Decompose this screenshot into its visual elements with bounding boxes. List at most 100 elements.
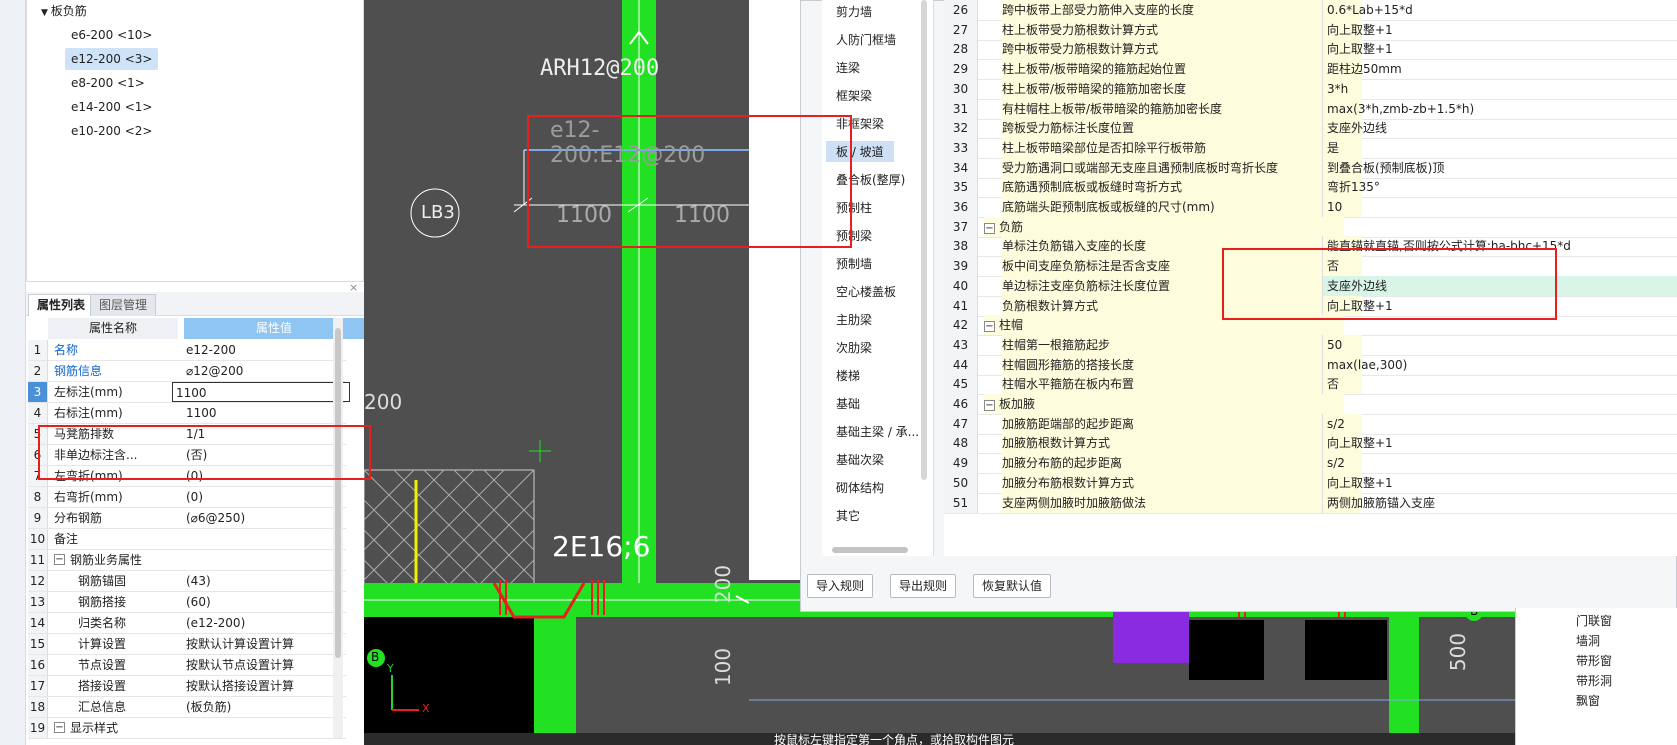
settings-row[interactable]: 40 单边标注支座负筋标注长度位置 支座外边线 xyxy=(944,275,1677,297)
cad-canvas[interactable]: ARH12@200 e12-200:E12@200 1100 1100 LB3 … xyxy=(364,0,749,745)
settings-row[interactable]: 49 加腋分布筋的起步距离 s/2 xyxy=(944,453,1677,475)
category-item[interactable]: 预制柱 xyxy=(836,199,872,216)
property-row[interactable]: 14 归类名称 (e12-200) xyxy=(28,613,346,634)
setting-value[interactable]: 否 xyxy=(1322,374,1677,395)
tree-item[interactable]: e8-200 <1> xyxy=(71,72,145,94)
setting-value[interactable]: s/2 xyxy=(1322,453,1677,474)
settings-row[interactable]: 29 柱上板带/板带暗梁的箍筋起始位置 距柱边50mm xyxy=(944,59,1677,81)
category-item[interactable]: 连梁 xyxy=(836,59,860,76)
component-type-item[interactable]: 墙洞 xyxy=(1576,632,1600,649)
property-row[interactable]: 1 名称 e12-200 xyxy=(28,340,346,361)
setting-value[interactable]: 向上取整+1 xyxy=(1322,433,1677,454)
setting-value[interactable]: 两侧加腋筋锚入支座 xyxy=(1322,492,1677,513)
property-row[interactable]: 6 非单边标注含... (否) xyxy=(28,445,346,466)
category-item[interactable]: 次肋梁 xyxy=(836,339,872,356)
collapse-toggle-icon[interactable]: − xyxy=(54,722,65,733)
settings-row[interactable]: 43 柱帽第一根箍筋起步 50 xyxy=(944,334,1677,356)
tree-parent[interactable]: ▼ 板负筋 xyxy=(41,0,87,22)
setting-value[interactable]: 否 xyxy=(1322,256,1677,277)
tree-item[interactable]: e6-200 <10> xyxy=(71,24,152,46)
expand-arrow-icon[interactable]: ▼ xyxy=(41,8,51,18)
settings-row[interactable]: 47 加腋筋距端部的起步距离 s/2 xyxy=(944,413,1677,435)
category-item[interactable]: 叠合板(整厚) xyxy=(836,171,905,188)
setting-value[interactable]: 能直锚就直锚,否则按公式计算:ha-bhc+15*d xyxy=(1322,236,1677,257)
category-item[interactable]: 剪力墙 xyxy=(836,3,872,20)
property-scrollbar-thumb[interactable] xyxy=(335,328,341,658)
property-row[interactable]: 5 马凳筋排数 1/1 xyxy=(28,424,346,445)
component-type-item[interactable]: 带形洞 xyxy=(1576,672,1612,689)
category-item[interactable]: 人防门框墙 xyxy=(836,31,896,48)
tree-item[interactable]: e10-200 <2> xyxy=(71,120,152,142)
category-item[interactable]: 砌体结构 xyxy=(836,479,884,496)
component-type-item[interactable]: 带形窗 xyxy=(1576,652,1612,669)
settings-row[interactable]: 42− 柱帽 xyxy=(944,315,1677,337)
property-row[interactable]: 17 搭接设置 按默认搭接设置计算 xyxy=(28,676,346,697)
setting-value[interactable]: 50 xyxy=(1322,334,1677,355)
settings-row[interactable]: 48 加腋筋根数计算方式 向上取整+1 xyxy=(944,433,1677,455)
category-item[interactable]: 框架梁 xyxy=(836,87,872,104)
property-row[interactable]: 15 计算设置 按默认计算设置计算 xyxy=(28,634,346,655)
category-item[interactable]: 其它 xyxy=(836,507,860,524)
category-item[interactable]: 预制墙 xyxy=(836,255,872,272)
property-value[interactable]: 1100 xyxy=(172,382,350,402)
property-row[interactable]: 3 左标注(mm) 1100 xyxy=(28,382,350,403)
setting-value[interactable]: max(lae,300) xyxy=(1322,354,1677,375)
setting-value[interactable]: 向上取整+1 xyxy=(1322,295,1677,316)
category-item[interactable]: 主肋梁 xyxy=(836,311,872,328)
settings-row[interactable]: 39 板中间支座负筋标注是否含支座否 xyxy=(944,256,1677,278)
category-item[interactable]: 基础主梁 / 承... xyxy=(836,423,919,440)
category-item[interactable]: 板 / 坡道 xyxy=(826,141,894,162)
property-row[interactable]: 12 钢筋锚固 (43) xyxy=(28,571,346,592)
settings-row[interactable]: 44 柱帽圆形箍筋的搭接长度 max(lae,300) xyxy=(944,354,1677,376)
category-item[interactable]: 非框架梁 xyxy=(836,115,884,132)
property-row[interactable]: 10 备注 xyxy=(28,529,346,550)
component-type-item[interactable]: 飘窗 xyxy=(1576,692,1600,709)
category-scrollbar[interactable] xyxy=(921,0,927,480)
collapse-toggle-icon[interactable]: − xyxy=(984,400,995,411)
settings-row[interactable]: 36 底筋端头距预制底板或板缝的尺寸(mm) 10 xyxy=(944,197,1677,218)
export-rules-button[interactable]: 导出规则 xyxy=(890,574,957,598)
settings-row[interactable]: 38 单标注负筋锚入支座的长度 能直锚就直锚,否则按公式计算:ha-bhc+15*d xyxy=(944,236,1677,258)
settings-row[interactable]: 37− 负筋 xyxy=(944,216,1677,238)
settings-row[interactable]: 41 负筋根数计算方式 向上取整+1 xyxy=(944,295,1677,317)
setting-value[interactable]: 0.6*Lab+15*d xyxy=(1322,0,1677,20)
property-row[interactable]: −19 显示样式 xyxy=(28,718,346,739)
property-row[interactable]: 13 钢筋搭接 (60) xyxy=(28,592,346,613)
setting-value[interactable]: 向上取整+1 xyxy=(1322,472,1677,493)
setting-value[interactable]: 是 xyxy=(1322,137,1677,158)
setting-value[interactable]: 距柱边50mm xyxy=(1322,59,1677,80)
collapse-toggle-icon[interactable]: − xyxy=(984,321,995,333)
property-row[interactable]: −11 钢筋业务属性 xyxy=(28,550,346,571)
settings-row[interactable]: 32 跨板受力筋标注长度位置 支座外边线 xyxy=(944,118,1677,140)
setting-value[interactable]: max(3*h,zmb-zb+1.5*h) xyxy=(1322,98,1677,119)
property-row[interactable]: 8 右弯折(mm) (0) xyxy=(28,487,346,508)
setting-value[interactable]: 支座外边线 xyxy=(1322,118,1677,139)
setting-value[interactable]: 弯折135° xyxy=(1322,177,1677,198)
settings-row[interactable]: 46− 板加腋 xyxy=(944,394,1677,415)
tree-item[interactable]: e14-200 <1> xyxy=(71,96,152,118)
property-row[interactable]: 2 钢筋信息 ⌀12@200 xyxy=(28,361,346,382)
import-rules-button[interactable]: 导入规则 xyxy=(807,574,874,598)
category-item[interactable]: 楼梯 xyxy=(836,367,860,384)
collapse-toggle-icon[interactable]: − xyxy=(54,554,65,565)
category-item[interactable]: 基础 xyxy=(836,395,860,412)
settings-row[interactable]: 35 底筋遇预制底板或板缝时弯折方式 弯折135° xyxy=(944,177,1677,199)
settings-row[interactable]: 27 柱上板带受力筋根数计算方式 向上取整+1 xyxy=(944,19,1677,41)
collapse-toggle-icon[interactable]: − xyxy=(984,222,995,234)
setting-value[interactable]: s/2 xyxy=(1322,413,1677,434)
setting-value[interactable]: 向上取整+1 xyxy=(1322,19,1677,40)
settings-row[interactable]: 33 柱上板带暗梁部位是否扣除平行板带筋是 xyxy=(944,137,1677,159)
tab-property-list[interactable]: 属性列表 xyxy=(28,294,95,316)
setting-value[interactable]: 10 xyxy=(1322,197,1677,217)
setting-value[interactable]: 支座外边线 xyxy=(1322,275,1677,296)
component-type-item[interactable]: 门联窗 xyxy=(1576,612,1612,629)
property-row[interactable]: 9 分布钢筋 (⌀6@250) xyxy=(28,508,346,529)
category-item[interactable]: 基础次梁 xyxy=(836,451,884,468)
restore-default-button[interactable]: 恢复默认值 xyxy=(973,574,1052,598)
category-item[interactable]: 空心楼盖板 xyxy=(836,283,896,300)
category-item[interactable]: 预制梁 xyxy=(836,227,872,244)
settings-row[interactable]: 31 有柱帽柱上板带/板带暗梁的箍筋加密长度 max(3*h,zmb-zb+1.5*… xyxy=(944,98,1677,120)
settings-row[interactable]: 28 跨中板带受力筋根数计算方式 向上取整+1 xyxy=(944,39,1677,61)
property-row[interactable]: 16 节点设置 按默认节点设置计算 xyxy=(28,655,346,676)
property-row[interactable]: 18 汇总信息 (板负筋) xyxy=(28,697,346,718)
